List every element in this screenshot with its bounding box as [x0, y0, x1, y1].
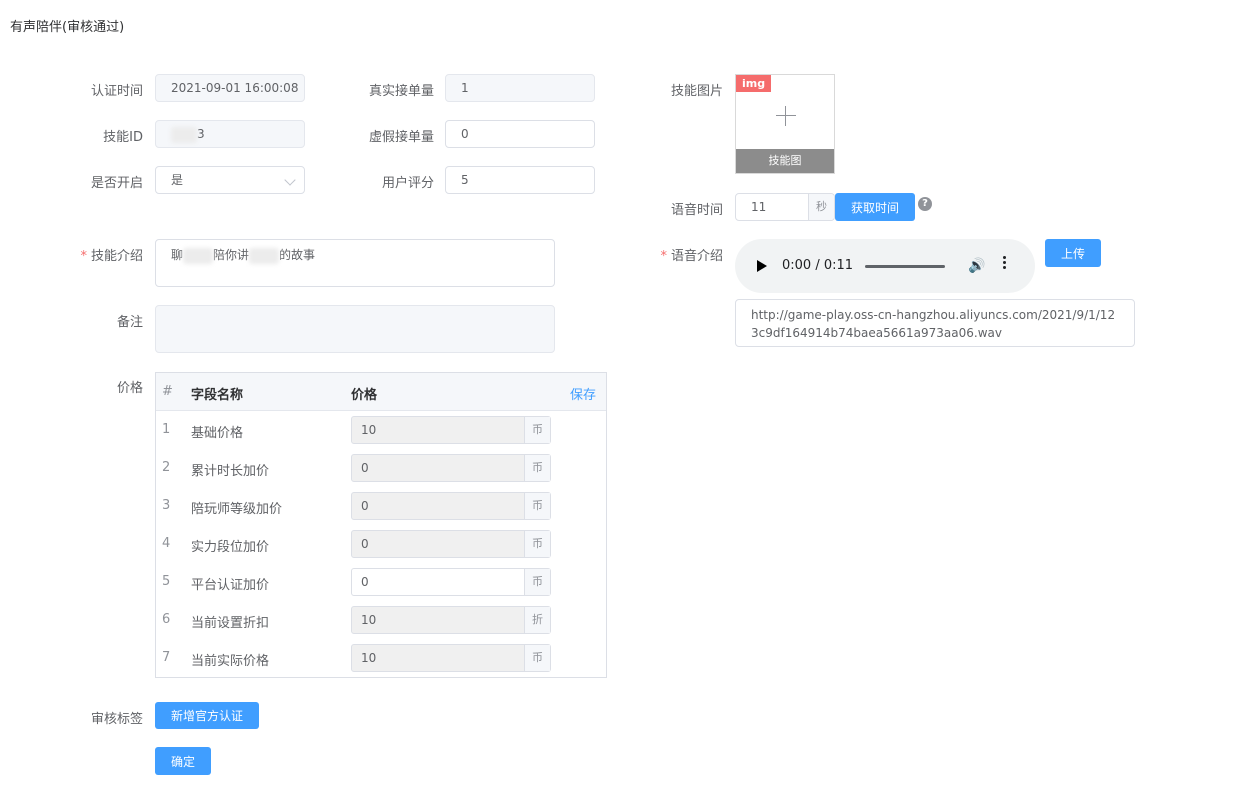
row-number: 7 [162, 650, 171, 665]
row-price-value: 0 [361, 461, 369, 475]
voice-time-input[interactable]: 11 秒 [735, 193, 835, 221]
row-price-unit: 币 [524, 569, 550, 595]
voice-url-field[interactable]: http://game-play.oss-cn-hangzhou.aliyunc… [735, 299, 1135, 347]
row-number: 5 [162, 574, 171, 589]
redacted-block [249, 247, 280, 264]
enabled-label: 是否开启 [90, 176, 143, 191]
help-icon[interactable]: ? [918, 197, 932, 211]
table-row: 4 实力段位加价 0 币 [156, 525, 606, 563]
row-price-input[interactable]: 0币 [351, 568, 551, 596]
row-price-input: 0币 [351, 492, 551, 520]
row-field-name: 基础价格 [191, 426, 244, 441]
price-label: 价格 [116, 381, 143, 396]
table-row: 5 平台认证加价 0 币 [156, 563, 606, 601]
price-table: # 字段名称 价格 保存 1 基础价格 10 币 2 累计时长加价 0 币 3 陪玩师等级加价 0 币… [155, 372, 607, 678]
skill-image-upload[interactable]: img 技能图 [735, 74, 835, 174]
row-field-name: 当前设置折扣 [191, 616, 270, 631]
row-price-unit: 币 [524, 531, 550, 557]
remark-label: 备注 [116, 315, 143, 330]
page-title: 有声陪伴(审核通过) [10, 20, 125, 35]
price-table-header: # 字段名称 价格 保存 [156, 373, 606, 411]
confirm-button[interactable]: 确定 [155, 747, 211, 775]
audit-tag-label: 审核标签 [90, 712, 143, 727]
auth-time-field: 2021-09-01 16:00:08 [155, 74, 305, 102]
row-price-value: 0 [361, 537, 369, 551]
row-price-input: 10 折 [351, 606, 551, 634]
row-field-name: 陪玩师等级加价 [191, 502, 283, 517]
row-number: 4 [162, 536, 171, 551]
real-orders-label: 真实接单量 [368, 84, 434, 99]
row-price-input: 10 币 [351, 416, 551, 444]
enabled-select[interactable]: 是 [155, 166, 305, 194]
table-row: 7 当前实际价格 10 币 [156, 639, 606, 677]
rating-label: 用户评分 [381, 176, 434, 191]
skill-id-field: 3 [155, 120, 305, 148]
row-price-unit: 折 [524, 607, 550, 633]
row-number: 3 [162, 498, 171, 513]
row-field-name: 平台认证加价 [191, 578, 270, 593]
row-number: 6 [162, 612, 171, 627]
fake-orders-input[interactable]: 0 [445, 120, 595, 148]
row-price-value: 0 [361, 499, 369, 513]
row-price-input: 0币 [351, 530, 551, 558]
save-link[interactable]: 保存 [570, 384, 596, 403]
rating-input[interactable]: 5 [445, 166, 595, 194]
row-number: 2 [162, 460, 171, 475]
skill-id-label: 技能ID [103, 130, 143, 145]
audio-player[interactable]: 0:00 / 0:11 🔊 [735, 239, 1035, 293]
row-price-value: 10 [361, 423, 377, 437]
table-row: 1 基础价格 10 币 [156, 411, 606, 449]
add-official-cert-button[interactable]: 新增官方认证 [155, 702, 259, 729]
row-number: 1 [162, 422, 171, 437]
row-price-unit: 币 [524, 417, 550, 443]
table-row: 6 当前设置折扣 10 折 [156, 601, 606, 639]
skill-image-caption: 技能图 [736, 149, 834, 173]
col-price-header: 价格 [351, 388, 378, 403]
row-field-name: 当前实际价格 [191, 654, 270, 669]
more-options-icon[interactable] [1003, 256, 1007, 271]
table-row: 2 累计时长加价 0 币 [156, 449, 606, 487]
skill-intro-label: 技能介绍 [80, 245, 143, 264]
row-price-unit: 币 [524, 493, 550, 519]
play-icon[interactable] [757, 260, 767, 272]
row-price-value: 0 [361, 575, 369, 589]
row-field-name: 实力段位加价 [191, 540, 270, 555]
remark-textarea[interactable] [155, 305, 555, 353]
row-price-input: 10 币 [351, 644, 551, 672]
row-price-unit: 币 [524, 645, 550, 671]
row-price-unit: 币 [524, 455, 550, 481]
voice-intro-label: 语音介绍 [660, 245, 723, 264]
img-tag-badge: img [736, 75, 772, 92]
skill-intro-textarea[interactable]: 聊陪你讲 的故事 [155, 239, 555, 287]
table-row: 3 陪玩师等级加价 0 币 [156, 487, 606, 525]
row-field-name: 累计时长加价 [191, 464, 270, 479]
col-num-header: # [162, 384, 173, 399]
audio-time: 0:00 / 0:11 [782, 258, 854, 273]
get-time-button[interactable]: 获取时间 [835, 193, 915, 221]
fake-orders-label: 虚假接单量 [368, 130, 434, 145]
skill-image-label: 技能图片 [670, 84, 723, 99]
volume-icon[interactable]: 🔊 [968, 258, 985, 274]
real-orders-field: 1 [445, 74, 595, 102]
row-price-value: 10 [361, 651, 377, 665]
redacted-block [183, 247, 214, 264]
audio-progress-track[interactable] [865, 265, 945, 268]
redacted-block [171, 126, 197, 143]
row-price-input: 0币 [351, 454, 551, 482]
seconds-unit: 秒 [808, 194, 834, 220]
auth-time-label: 认证时间 [90, 84, 143, 99]
plus-icon [776, 115, 796, 116]
upload-button[interactable]: 上传 [1045, 239, 1101, 267]
col-name-header: 字段名称 [191, 388, 244, 403]
chevron-down-icon [284, 174, 296, 186]
row-price-value: 10 [361, 613, 377, 627]
voice-time-label: 语音时间 [670, 203, 723, 218]
